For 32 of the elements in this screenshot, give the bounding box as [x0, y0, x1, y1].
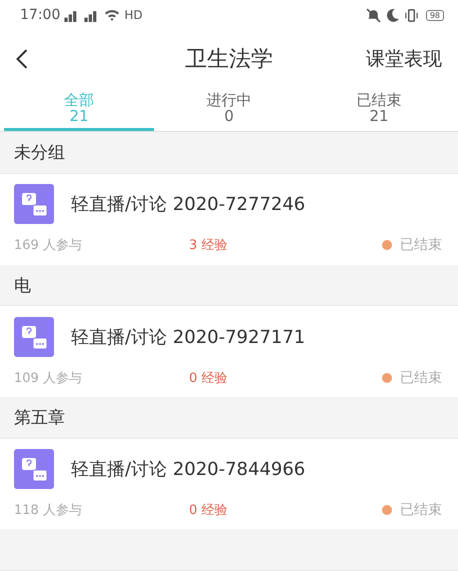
group-header: 未分组	[0, 132, 458, 174]
activity-title: 轻直播/讨论 2020-7927171	[71, 326, 306, 349]
activity-title: 轻直播/讨论 2020-7277246	[71, 193, 306, 216]
experience-points: 0 经验	[189, 502, 228, 520]
chat-question-icon	[14, 316, 54, 357]
page-title: 卫生法学	[185, 46, 273, 74]
vibrate-icon	[404, 8, 419, 23]
network-label: HD	[124, 8, 143, 22]
tab[interactable]: 已结束 21	[304, 86, 454, 132]
participant-count: 118 人参与	[14, 502, 83, 520]
battery-icon: 98	[426, 10, 444, 21]
participant-count: 169 人参与	[14, 237, 83, 254]
wifi-icon	[104, 9, 120, 22]
performance-link[interactable]: 课堂表现	[366, 46, 442, 72]
participant-count: 109 人参与	[14, 370, 83, 387]
status-label: 已结束	[400, 501, 442, 520]
chat-question-icon	[14, 184, 54, 224]
activity-item[interactable]: 轻直播/讨论 2020-7927171 109 人参与 0 经验 已结束	[0, 306, 458, 398]
group-header: 第五章	[0, 397, 458, 439]
status-label: 已结束	[400, 368, 442, 387]
tab[interactable]: 进行中 0	[154, 86, 304, 132]
activity-title: 轻直播/讨论 2020-7844966	[71, 458, 306, 482]
moon-icon	[384, 8, 400, 23]
status-label: 已结束	[400, 236, 442, 254]
mute-icon	[366, 8, 381, 23]
chat-question-icon	[14, 449, 54, 490]
activity-item[interactable]: 轻直播/讨论 2020-7844966 118 人参与 0 经验 已结束	[0, 438, 458, 530]
status-time: 17:00	[20, 7, 60, 24]
activity-item[interactable]: 轻直播/讨论 2020-7277246 169 人参与 3 经验 已结束	[0, 174, 458, 265]
experience-points: 3 经验	[189, 237, 228, 254]
experience-points: 0 经验	[189, 370, 228, 387]
group-header: 电	[0, 264, 458, 306]
